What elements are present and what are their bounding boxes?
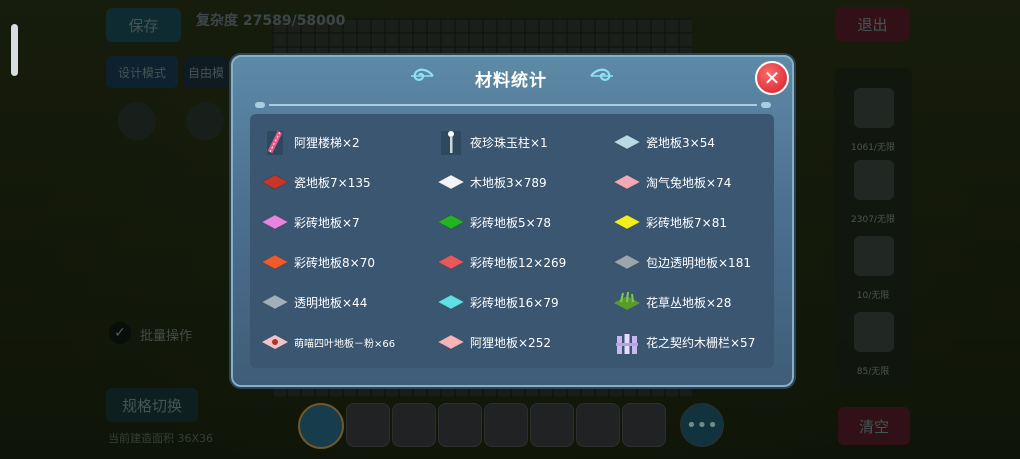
title-ornament-right-icon [590,68,613,81]
tile-icon [436,247,466,277]
material-label: 彩砖地板5×78 [470,215,551,230]
material-label: 彩砖地板×7 [294,215,360,230]
tile-icon [260,207,290,237]
material-item: 彩砖地板12×269 [436,246,566,278]
material-item: 萌喵四叶地板－粉×66 [260,326,395,358]
grass-icon [612,287,642,317]
material-label: 彩砖地板7×81 [646,215,727,230]
tile-icon [260,247,290,277]
fence-icon [612,327,642,357]
tile-icon [436,287,466,317]
tile-icon [612,127,642,157]
material-item: 阿狸楼梯×2 [260,126,360,158]
tile-icon [436,327,466,357]
tile-icon [260,167,290,197]
tile-icon [612,247,642,277]
ladder-icon [260,127,290,157]
material-label: 木地板3×789 [470,175,547,190]
material-label: 淘气兔地板×74 [646,175,732,190]
material-label: 彩砖地板8×70 [294,255,375,270]
material-label: 花之契约木栅栏×57 [646,335,756,350]
material-label: 瓷地板3×54 [646,135,715,150]
material-item: 透明地板×44 [260,286,367,318]
material-item: 夜珍珠玉柱×1 [436,126,548,158]
material-label: 彩砖地板16×79 [470,295,559,310]
material-item: 彩砖地板5×78 [436,206,551,238]
material-label: 包边透明地板×181 [646,255,751,270]
dialog-title: 材料统计 [475,70,547,91]
material-item: 彩砖地板8×70 [260,246,375,278]
material-item: 瓷地板7×135 [260,166,371,198]
scroll-handle[interactable] [11,24,18,76]
material-label: 瓷地板7×135 [294,175,371,190]
material-item: 彩砖地板16×79 [436,286,559,318]
material-label: 阿狸地板×252 [470,335,551,350]
material-item: 包边透明地板×181 [612,246,751,278]
material-label: 萌喵四叶地板－粉×66 [294,338,396,350]
material-label: 花草丛地板×28 [646,295,732,310]
material-label: 阿狸楼梯×2 [294,135,360,150]
material-item: 淘气兔地板×74 [612,166,731,198]
close-button[interactable]: ✕ [755,61,789,95]
material-label: 夜珍珠玉柱×1 [470,135,548,150]
material-label: 彩砖地板12×269 [470,255,567,270]
material-item: 花草丛地板×28 [612,286,731,318]
material-item: 彩砖地板7×81 [612,206,727,238]
dialog-title-wrap: 材料统计 [411,63,611,93]
material-stats-dialog: 材料统计 ✕ 阿狸楼梯×2 夜珍珠玉柱×1 瓷地板3×54 瓷地板7×135 木地板3×… [231,55,794,387]
material-list: 阿狸楼梯×2 夜珍珠玉柱×1 瓷地板3×54 瓷地板7×135 木地板3×789 淘气兔地… [250,114,774,368]
clover-tile-icon [260,327,290,357]
title-divider [255,102,771,108]
pillar-icon [436,127,466,157]
material-item: 彩砖地板×7 [260,206,360,238]
material-item: 花之契约木栅栏×57 [612,326,755,358]
material-item: 瓷地板3×54 [612,126,715,158]
material-item: 木地板3×789 [436,166,547,198]
material-item: 阿狸地板×252 [436,326,551,358]
tile-icon [612,167,642,197]
tile-icon [260,287,290,317]
tile-icon [436,207,466,237]
tile-icon [612,207,642,237]
tile-icon [436,167,466,197]
material-label: 透明地板×44 [294,295,368,310]
